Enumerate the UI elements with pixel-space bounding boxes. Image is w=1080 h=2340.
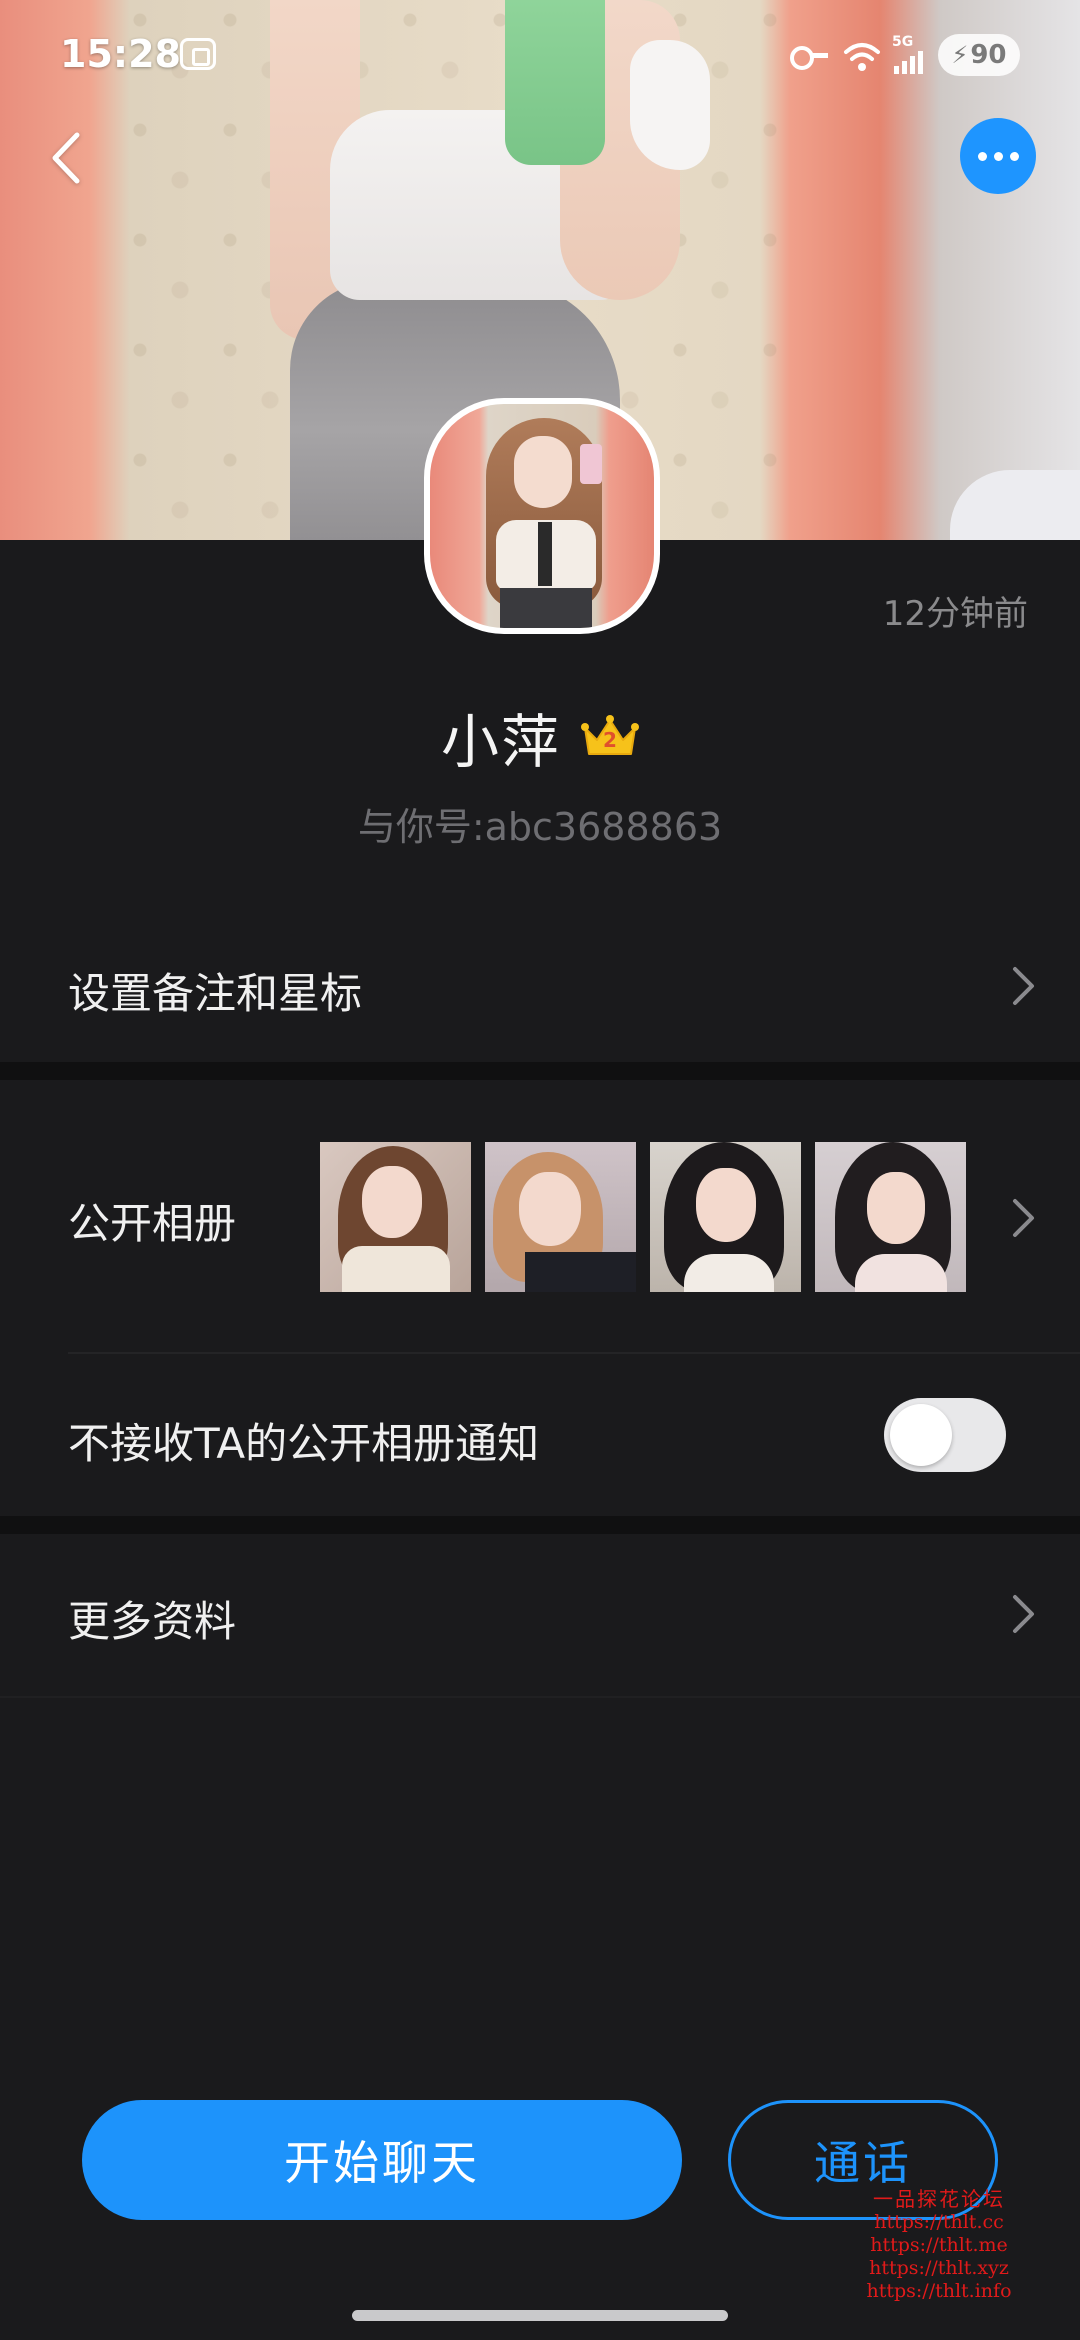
battery-charging-icon: ⚡: [951, 41, 969, 69]
signal-icon: [894, 48, 930, 74]
back-button[interactable]: [36, 118, 96, 198]
key-icon: [790, 44, 828, 70]
battery-level: 90: [970, 40, 1007, 70]
name-row: 小萍 2: [0, 700, 1080, 776]
more-info-row[interactable]: 更多资料: [0, 1534, 1080, 1696]
album-thumbnail[interactable]: [485, 1142, 636, 1292]
section-divider: [0, 1062, 1080, 1080]
chevron-left-icon: [52, 132, 80, 184]
section-divider: [0, 1516, 1080, 1534]
remark-label: 设置备注和星标: [68, 969, 363, 1018]
album-thumbnail[interactable]: [815, 1142, 966, 1292]
album-label: 公开相册: [68, 1199, 237, 1248]
more-dots-icon: [977, 151, 987, 161]
album-thumbnails: [320, 1142, 966, 1292]
battery-indicator: ⚡ 90: [938, 34, 1020, 76]
home-indicator[interactable]: [352, 2310, 728, 2321]
watermark-url: https://thlt.me: [870, 2234, 1008, 2256]
album-thumbnail[interactable]: [650, 1142, 801, 1292]
chevron-right-icon: [1013, 1199, 1034, 1237]
more-info-label: 更多资料: [68, 1597, 237, 1646]
status-time: 15:28: [60, 32, 181, 76]
row-divider: [0, 1696, 1080, 1698]
watermark-url: https://thlt.xyz: [869, 2257, 1009, 2279]
watermark: 一品探花论坛 https://thlt.cc https://thlt.me h…: [844, 2188, 1034, 2303]
profile-page: 15:28 5G ⚡ 90 12分钟前 小萍 2 与你号:abc3688863 …: [0, 0, 1080, 2340]
album-thumbnail[interactable]: [320, 1142, 471, 1292]
screenshot-icon: [180, 38, 216, 70]
profile-name: 小萍: [440, 708, 561, 776]
watermark-url: https://thlt.info: [866, 2280, 1012, 2302]
toggle-knob: [890, 1404, 952, 1466]
wifi-icon: [842, 36, 882, 76]
remark-row[interactable]: 设置备注和星标: [0, 910, 1080, 1062]
status-bar: 15:28 5G ⚡ 90: [0, 0, 1080, 110]
avatar[interactable]: [424, 398, 660, 634]
chevron-right-icon: [1013, 967, 1034, 1005]
cover-bedding: [950, 470, 1080, 540]
crown-icon: 2: [581, 714, 639, 760]
more-options-button[interactable]: [960, 118, 1036, 194]
chevron-right-icon: [1013, 1595, 1034, 1633]
album-notify-label: 不接收TA的公开相册通知: [68, 1419, 540, 1468]
watermark-title: 一品探花论坛: [873, 2187, 1005, 2211]
vip-level: 2: [603, 728, 617, 752]
last-seen-time: 12分钟前: [882, 594, 1028, 634]
album-notify-toggle[interactable]: [884, 1398, 1006, 1472]
watermark-url: https://thlt.cc: [874, 2211, 1004, 2233]
start-chat-button[interactable]: 开始聊天: [82, 2100, 682, 2220]
user-id: 与你号:abc3688863: [357, 805, 723, 849]
